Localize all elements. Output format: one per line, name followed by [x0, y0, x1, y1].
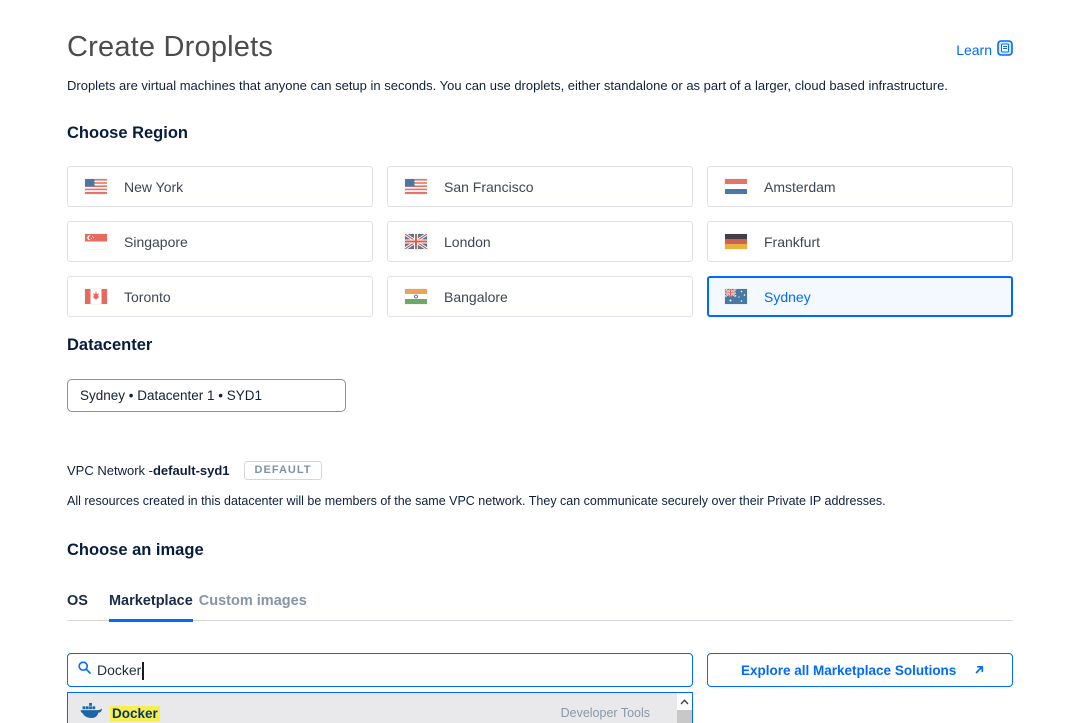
de-flag-icon [725, 234, 747, 249]
chevron-up-icon [680, 699, 689, 705]
image-tabs: OS Marketplace Custom images [67, 593, 1013, 621]
region-card-new-york[interactable]: New York [67, 166, 373, 207]
search-icon [78, 661, 91, 679]
sg-flag-icon [85, 234, 107, 249]
create-droplets-page: Create Droplets Learn Droplets are virtu… [0, 0, 1073, 723]
text-cursor [142, 662, 144, 680]
au-flag-icon [725, 289, 747, 304]
vpc-network-label: VPC Network - [67, 463, 153, 478]
choose-image-heading: Choose an image [67, 541, 1013, 560]
uk-flag-icon [405, 234, 427, 249]
ca-flag-icon [85, 289, 107, 304]
docker-whale-icon [80, 702, 102, 723]
region-card-london[interactable]: London [387, 221, 693, 262]
region-label: Toronto [124, 289, 171, 305]
page-subtitle: Droplets are virtual machines that anyon… [67, 78, 1013, 93]
region-label: London [444, 234, 491, 250]
in-flag-icon [405, 289, 427, 304]
scrollbar-thumb[interactable] [677, 710, 692, 723]
marketplace-search-input[interactable] [97, 662, 657, 678]
page-header: Create Droplets Learn [67, 31, 1013, 64]
tab-marketplace[interactable]: Marketplace [109, 593, 193, 622]
us-flag-icon [85, 179, 107, 194]
marketplace-search-box[interactable] [67, 653, 693, 687]
search-results-dropdown: Docker Developer Tools An open platform … [67, 692, 693, 723]
learn-link[interactable]: Learn [956, 40, 1013, 59]
region-label: Singapore [124, 234, 188, 250]
dropdown-scrollbar[interactable] [677, 693, 692, 723]
vpc-default-badge: DEFAULT [244, 461, 323, 480]
nl-flag-icon [725, 179, 747, 194]
region-label: New York [124, 179, 183, 195]
region-label: Sydney [764, 289, 811, 305]
choose-region-heading: Choose Region [67, 124, 1013, 143]
explore-marketplace-label: Explore all Marketplace Solutions [741, 663, 956, 678]
region-card-frankfurt[interactable]: Frankfurt [707, 221, 1013, 262]
region-card-bangalore[interactable]: Bangalore [387, 276, 693, 317]
region-grid: New York San Francisco Amsterdam Singapo… [67, 166, 1013, 317]
region-label: Bangalore [444, 289, 508, 305]
result-category: Developer Tools [561, 706, 650, 720]
region-label: Amsterdam [764, 179, 836, 195]
us-flag-icon [405, 179, 427, 194]
tab-os[interactable]: OS [67, 593, 88, 620]
book-icon [997, 40, 1013, 59]
datacenter-select[interactable]: Sydney • Datacenter 1 • SYD1 [67, 379, 346, 412]
datacenter-selected-value: Sydney • Datacenter 1 • SYD1 [80, 388, 262, 403]
region-label: San Francisco [444, 179, 533, 195]
explore-marketplace-button[interactable]: Explore all Marketplace Solutions [707, 653, 1013, 687]
vpc-network-row: VPC Network - default-syd1 DEFAULT [67, 461, 1013, 480]
search-result-docker[interactable]: Docker Developer Tools An open platform … [68, 693, 692, 723]
region-label: Frankfurt [764, 234, 820, 250]
vpc-network-name: default-syd1 [153, 463, 230, 478]
vpc-description: All resources created in this datacenter… [67, 494, 1013, 508]
learn-link-label: Learn [956, 42, 992, 58]
region-card-sydney[interactable]: Sydney [707, 276, 1013, 317]
region-card-toronto[interactable]: Toronto [67, 276, 373, 317]
tab-custom-images[interactable]: Custom images [199, 593, 307, 620]
region-card-san-francisco[interactable]: San Francisco [387, 166, 693, 207]
datacenter-heading: Datacenter [67, 336, 1013, 355]
result-name: Docker [110, 706, 160, 721]
region-card-amsterdam[interactable]: Amsterdam [707, 166, 1013, 207]
arrow-up-right-icon [974, 663, 985, 678]
scrollbar-up-button[interactable] [677, 693, 692, 710]
page-title: Create Droplets [67, 31, 273, 64]
marketplace-search-row: Explore all Marketplace Solutions [67, 653, 1013, 687]
region-card-singapore[interactable]: Singapore [67, 221, 373, 262]
